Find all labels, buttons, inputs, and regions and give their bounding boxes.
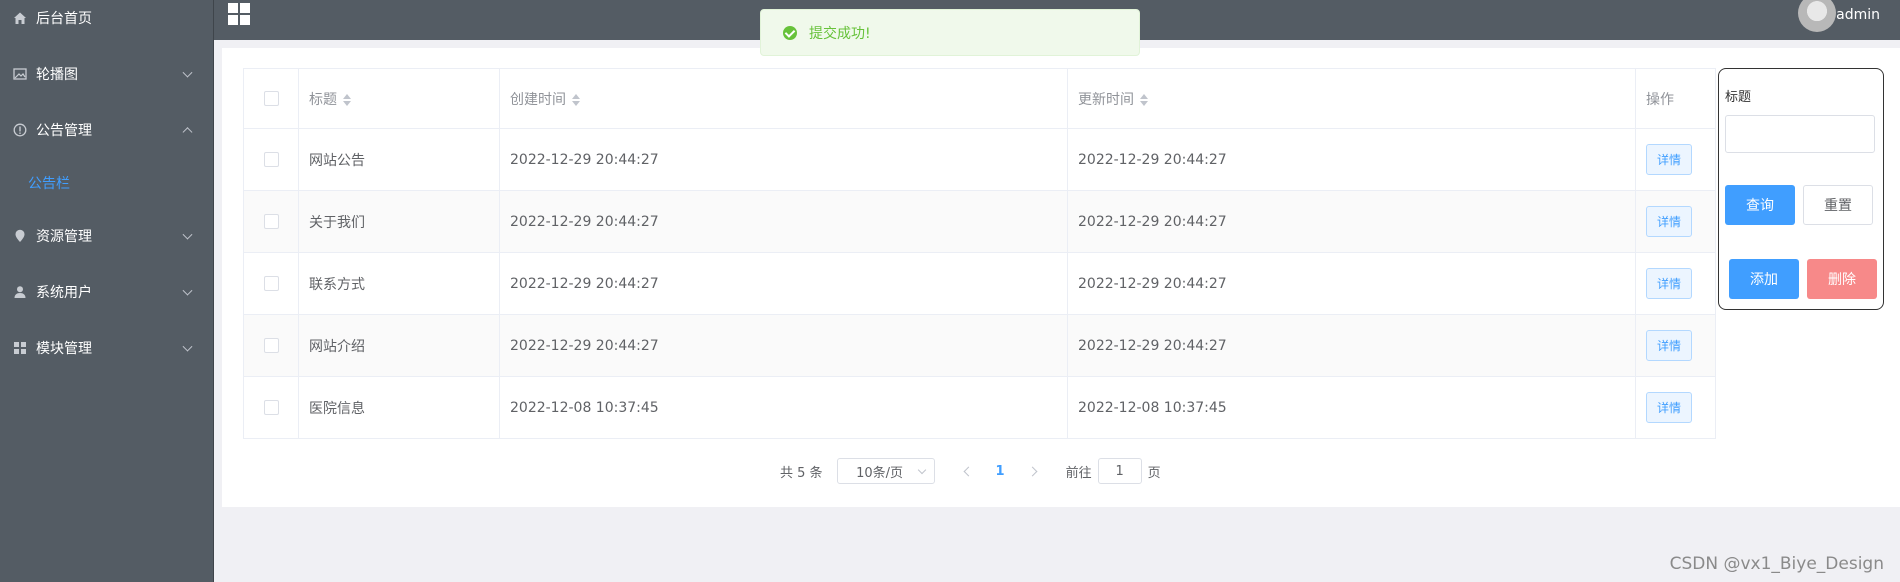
next-page-icon[interactable] [1027, 466, 1038, 476]
delete-button[interactable]: 删除 [1807, 259, 1877, 299]
cell-updated: 2022-12-29 20:44:27 [1067, 314, 1636, 377]
row-checkbox[interactable] [263, 338, 279, 353]
pagination: 共 5 条 10条/页 1 前往 1 页 [780, 458, 1161, 484]
sidebar-item-label: 后台首页 [36, 11, 92, 27]
row-checkbox[interactable] [263, 276, 279, 291]
column-header-updated[interactable]: 更新时间 [1067, 68, 1636, 129]
page-suffix: 页 [1147, 465, 1161, 481]
page-size-select[interactable]: 10条/页 [836, 458, 935, 484]
search-panel: 标题 查询 重置 添加 删除 [1718, 68, 1884, 310]
success-toast: 提交成功! [760, 9, 1140, 56]
goto-page-input[interactable]: 1 [1097, 458, 1142, 484]
sidebar-item-resources[interactable]: 资源管理 [0, 208, 213, 264]
cell-title: 网站公告 [298, 128, 500, 191]
detail-button[interactable]: 详情 [1646, 206, 1693, 237]
watermark: CSDN @vx1_Biye_Design [1669, 554, 1884, 574]
row-checkbox[interactable] [263, 152, 279, 167]
grid-icon [12, 340, 28, 356]
cell-updated: 2022-12-29 20:44:27 [1067, 128, 1636, 191]
row-checkbox[interactable] [263, 214, 279, 229]
check-circle-icon [783, 25, 797, 40]
table-row: 医院信息 2022-12-08 10:37:45 2022-12-08 10:3… [243, 376, 1716, 439]
select-all-cell [243, 68, 299, 129]
cell-created: 2022-12-29 20:44:27 [499, 128, 1068, 191]
column-header-action: 操作 [1635, 68, 1716, 129]
search-title-input[interactable] [1725, 115, 1875, 153]
query-button[interactable]: 查询 [1725, 185, 1795, 225]
location-icon [12, 228, 28, 244]
avatar[interactable] [1798, 0, 1836, 32]
menu-toggle-icon[interactable] [228, 3, 250, 25]
sidebar-item-users[interactable]: 系统用户 [0, 264, 213, 320]
sidebar-item-label: 模块管理 [36, 341, 92, 357]
home-icon [12, 10, 28, 26]
detail-button[interactable]: 详情 [1646, 144, 1693, 175]
sidebar-item-notice[interactable]: 公告管理 [0, 102, 213, 158]
info-circle-icon [12, 122, 28, 138]
table-row: 联系方式 2022-12-29 20:44:27 2022-12-29 20:4… [243, 252, 1716, 315]
cell-created: 2022-12-29 20:44:27 [499, 190, 1068, 253]
pagination-total: 共 5 条 [780, 465, 823, 481]
table-row: 网站公告 2022-12-29 20:44:27 2022-12-29 20:4… [243, 128, 1716, 191]
sidebar-item-carousel[interactable]: 轮播图 [0, 46, 213, 102]
sidebar-item-label: 资源管理 [36, 229, 92, 245]
goto-label: 前往 [1065, 465, 1092, 481]
user-name[interactable]: admin [1836, 7, 1880, 23]
cell-created: 2022-12-29 20:44:27 [499, 314, 1068, 377]
sidebar-item-modules[interactable]: 模块管理 [0, 320, 213, 376]
data-table: 标题 创建时间 更新时间 操作 网站公告 2022-12-29 20:44:27… [243, 68, 1716, 439]
sort-icon[interactable] [1140, 93, 1148, 106]
sidebar: 后台首页 轮播图 公告管理 公告栏 资源管理 系统用户 模块管理 [0, 0, 214, 582]
column-header-title[interactable]: 标题 [298, 68, 500, 129]
row-checkbox[interactable] [263, 400, 279, 415]
cell-title: 关于我们 [298, 190, 500, 253]
image-icon [12, 66, 28, 82]
select-all-checkbox[interactable] [263, 91, 279, 106]
cell-updated: 2022-12-08 10:37:45 [1067, 376, 1636, 439]
cell-updated: 2022-12-29 20:44:27 [1067, 252, 1636, 315]
chevron-down-icon [182, 67, 193, 78]
cell-created: 2022-12-08 10:37:45 [499, 376, 1068, 439]
detail-button[interactable]: 详情 [1646, 330, 1693, 361]
chevron-down-icon [182, 341, 193, 352]
column-header-created[interactable]: 创建时间 [499, 68, 1068, 129]
search-title-label: 标题 [1725, 90, 1752, 105]
cell-title: 网站介绍 [298, 314, 500, 377]
sort-icon[interactable] [343, 93, 351, 106]
add-button[interactable]: 添加 [1729, 259, 1799, 299]
sidebar-item-label: 系统用户 [36, 285, 92, 301]
sidebar-item-home[interactable]: 后台首页 [0, 0, 213, 36]
cell-updated: 2022-12-29 20:44:27 [1067, 190, 1636, 253]
prev-page-icon[interactable] [963, 466, 973, 476]
page-number-current[interactable]: 1 [996, 464, 1005, 479]
cell-title: 联系方式 [298, 252, 500, 315]
table-row: 关于我们 2022-12-29 20:44:27 2022-12-29 20:4… [243, 190, 1716, 253]
chevron-down-icon [182, 285, 193, 296]
chevron-down-icon [917, 465, 926, 475]
sidebar-subitem-label: 公告栏 [28, 176, 70, 192]
reset-button[interactable]: 重置 [1803, 185, 1873, 225]
sidebar-subitem-notice-board[interactable]: 公告栏 [0, 158, 213, 208]
sidebar-item-label: 公告管理 [36, 123, 92, 139]
sidebar-item-label: 轮播图 [36, 67, 78, 83]
sort-icon[interactable] [572, 93, 580, 106]
user-icon [12, 284, 28, 300]
detail-button[interactable]: 详情 [1646, 392, 1693, 423]
cell-created: 2022-12-29 20:44:27 [499, 252, 1068, 315]
detail-button[interactable]: 详情 [1646, 268, 1693, 299]
toast-message: 提交成功! [809, 25, 871, 42]
chevron-up-icon [182, 127, 193, 138]
chevron-down-icon [182, 229, 193, 240]
table-row: 网站介绍 2022-12-29 20:44:27 2022-12-29 20:4… [243, 314, 1716, 377]
cell-title: 医院信息 [298, 376, 500, 439]
